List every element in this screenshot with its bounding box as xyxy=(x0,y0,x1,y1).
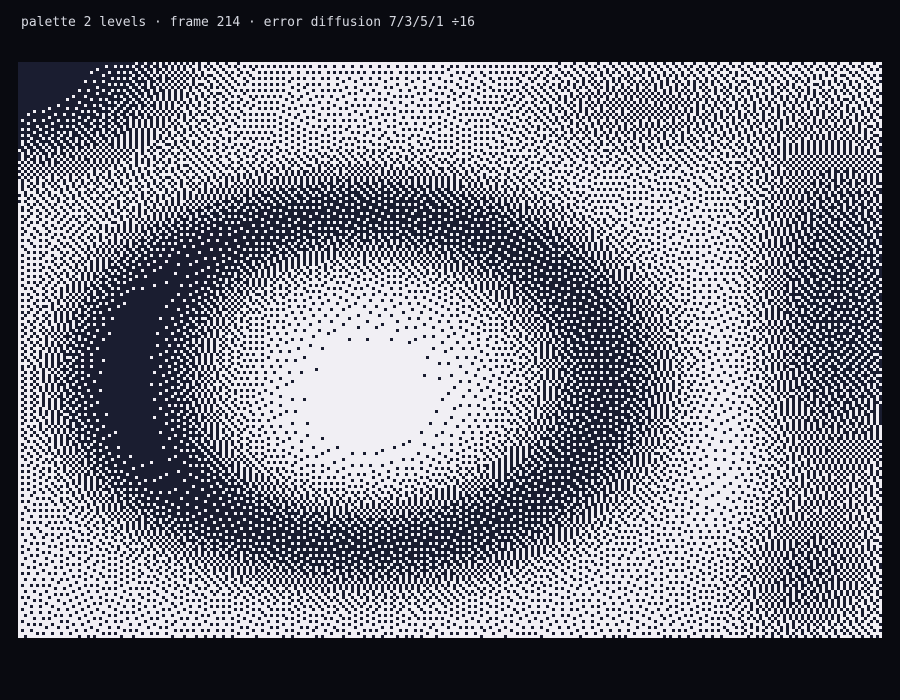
canvas-frame xyxy=(18,62,882,638)
status-line: palette 2 levels · frame 214 · error dif… xyxy=(21,15,475,30)
dither-canvas xyxy=(18,62,882,638)
